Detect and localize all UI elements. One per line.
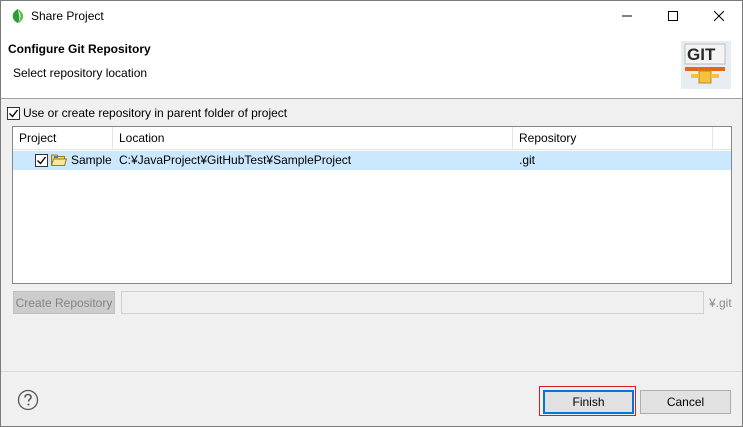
use-parent-folder-label[interactable]: Use or create repository in parent folde… — [23, 106, 287, 120]
table-row[interactable]: SampleProject C:¥JavaProject¥GitHubTest¥… — [13, 151, 731, 170]
column-header-project[interactable]: Project — [13, 127, 113, 150]
create-repository-button[interactable]: Create Repository — [13, 291, 115, 314]
minimize-button[interactable] — [604, 1, 650, 31]
project-repository-table[interactable]: Project Location Repository SampleProjec… — [12, 126, 732, 284]
title-bar[interactable]: Share Project — [1, 1, 742, 31]
share-project-dialog: Share Project Configure Git Repository S… — [0, 0, 743, 427]
checkmark-icon — [9, 109, 19, 118]
footer-divider — [1, 371, 742, 372]
minimize-icon — [622, 15, 632, 17]
eclipse-app-icon — [12, 9, 24, 23]
help-icon[interactable] — [17, 389, 39, 411]
window-title: Share Project — [31, 9, 104, 23]
git-logo-text: GIT — [687, 45, 716, 64]
checkmark-icon — [37, 156, 47, 165]
row-project-name: SampleProject — [71, 153, 111, 167]
maximize-icon — [668, 11, 678, 21]
page-title: Configure Git Repository — [8, 42, 151, 56]
git-logo-icon: GIT — [681, 41, 731, 89]
wizard-header: Configure Git Repository Select reposito… — [1, 31, 742, 99]
open-folder-icon — [51, 154, 67, 166]
finish-button[interactable]: Finish — [543, 390, 634, 414]
maximize-button[interactable] — [650, 1, 696, 31]
row-repository: .git — [519, 153, 536, 167]
table-header: Project Location Repository — [13, 127, 731, 150]
row-location: C:¥JavaProject¥GitHubTest¥SampleProject — [119, 153, 352, 167]
cancel-button[interactable]: Cancel — [640, 390, 731, 414]
use-parent-folder-checkbox[interactable] — [7, 107, 20, 120]
close-icon — [714, 11, 724, 21]
column-header-repository[interactable]: Repository — [513, 127, 713, 150]
repository-path-field[interactable] — [121, 291, 704, 314]
project-row-checkbox[interactable] — [35, 154, 48, 167]
git-suffix-label: ¥.git — [709, 296, 732, 310]
close-button[interactable] — [696, 1, 742, 31]
column-header-location[interactable]: Location — [113, 127, 513, 150]
page-subtitle: Select repository location — [13, 66, 148, 80]
